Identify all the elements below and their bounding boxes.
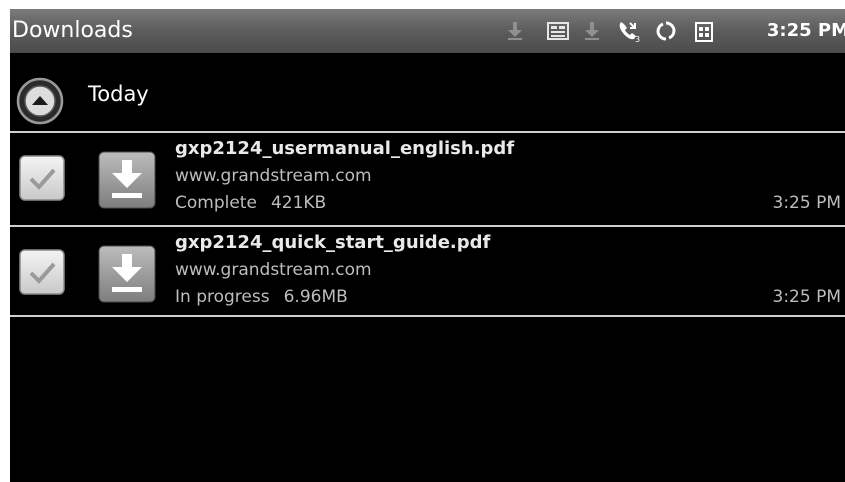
group-header-today[interactable]: Today — [10, 53, 845, 132]
download-arrow-icon — [584, 21, 600, 45]
file-status-line: In progress 6.96MB — [175, 286, 348, 308]
checkbox[interactable] — [18, 154, 66, 202]
svg-text:3: 3 — [635, 35, 640, 43]
divider — [10, 315, 845, 317]
file-size: 6.96MB — [283, 287, 348, 307]
download-row[interactable]: gxp2124_usermanual_english.pdf www.grand… — [10, 133, 845, 225]
download-row[interactable]: gxp2124_quick_start_guide.pdf www.grands… — [10, 227, 845, 315]
sim-card-icon — [695, 22, 713, 46]
checkbox[interactable] — [18, 248, 66, 296]
file-status-line: Complete 421KB — [175, 192, 326, 214]
file-source: www.grandstream.com — [175, 260, 372, 280]
group-label: Today — [88, 82, 149, 106]
file-status: In progress — [175, 287, 270, 307]
file-status: Complete — [175, 193, 257, 213]
chevron-up-icon[interactable] — [15, 76, 65, 126]
file-size: 421KB — [270, 193, 327, 213]
download-icon — [98, 245, 156, 303]
voicemail-icon — [547, 22, 569, 44]
file-name: gxp2124_quick_start_guide.pdf — [175, 232, 491, 253]
missed-call-icon: 3 — [617, 19, 641, 47]
file-source: www.grandstream.com — [175, 166, 372, 186]
title-bar: Downloads 3 3:25 PM — [10, 9, 845, 53]
download-icon — [98, 151, 156, 209]
download-arrow-icon — [507, 21, 523, 45]
downloads-screen: Downloads 3 3:25 PM Today gxp2124_userma… — [10, 9, 845, 482]
file-time: 3:25 PM — [772, 287, 842, 307]
sync-icon — [655, 20, 677, 46]
file-time: 3:25 PM — [772, 193, 842, 213]
file-name: gxp2124_usermanual_english.pdf — [175, 138, 515, 159]
status-clock: 3:25 PM — [766, 20, 845, 41]
app-title: Downloads — [12, 18, 133, 43]
